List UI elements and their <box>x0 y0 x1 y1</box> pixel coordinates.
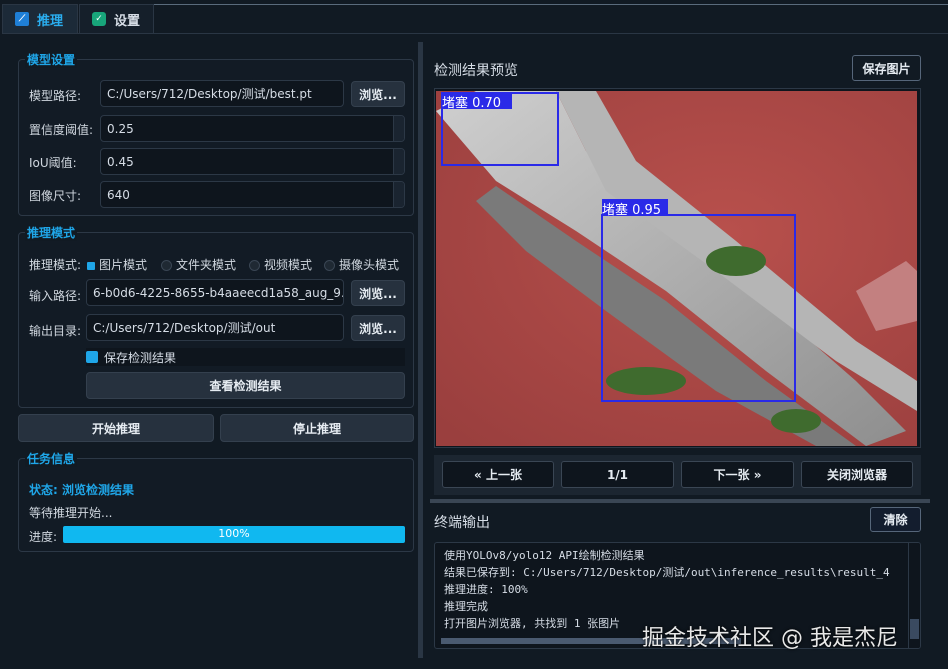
radio-label: 图片模式 <box>99 258 147 272</box>
tab-settings[interactable]: ✓ 设置 <box>79 4 154 33</box>
radio-video-mode[interactable]: 视频模式 <box>249 256 312 273</box>
browse-model-button[interactable]: 浏览... <box>351 81 405 107</box>
tab-inference[interactable]: ⟋ 推理 <box>2 4 78 33</box>
detection-label: 堵塞 0.95 <box>602 199 661 218</box>
spin-arrows[interactable] <box>393 116 404 141</box>
radio-folder-mode[interactable]: 文件夹模式 <box>161 256 236 273</box>
watermark: 掘金技术社区 @ 我是杰尼 <box>642 620 898 652</box>
output-dir-label: 输出目录: <box>29 322 81 339</box>
progress-text: 100% <box>63 527 405 540</box>
model-settings-group: 模型设置 模型路径: C:/Users/712/Desktop/测试/best.… <box>18 59 414 216</box>
terminal-line: 推理进度: 100% <box>444 581 920 598</box>
view-results-button[interactable]: 查看检测结果 <box>86 372 405 399</box>
checkbox-indicator <box>86 351 98 363</box>
clear-button[interactable]: 清除 <box>870 507 921 532</box>
output-dir-input[interactable]: C:/Users/712/Desktop/测试/out <box>86 314 344 341</box>
iou-label: IoU阈值: <box>29 154 77 171</box>
prev-image-button[interactable]: « 上一张 <box>442 461 554 488</box>
status-message: 等待推理开始... <box>29 504 112 521</box>
panel-splitter[interactable] <box>418 42 423 658</box>
spin-arrows[interactable] <box>393 182 404 207</box>
iou-spinbox[interactable]: 0.45 <box>100 148 405 175</box>
progress-label: 进度: <box>29 528 57 545</box>
radio-indicator <box>161 260 172 271</box>
save-results-checkbox[interactable]: 保存检测结果 <box>86 348 405 366</box>
page-indicator: 1/1 <box>561 461 674 488</box>
detection-image <box>436 91 917 446</box>
checkbox-label: 保存检测结果 <box>104 349 176 366</box>
vertical-splitter[interactable] <box>430 499 930 503</box>
radio-camera-mode[interactable]: 摄像头模式 <box>324 256 399 273</box>
model-path-label: 模型路径: <box>29 87 81 104</box>
vertical-scrollbar[interactable] <box>908 543 920 648</box>
progress-bar: 100% <box>63 526 405 543</box>
terminal-line: 结果已保存到: C:/Users/712/Desktop/测试/out\infe… <box>444 564 920 581</box>
start-inference-button[interactable]: 开始推理 <box>18 414 214 442</box>
model-path-input[interactable]: C:/Users/712/Desktop/测试/best.pt <box>100 80 344 107</box>
input-path-input[interactable]: 6-b0d6-4225-8655-b4aaeecd1a58_aug_9.jpg <box>86 279 344 306</box>
scrollbar-thumb[interactable] <box>910 619 919 639</box>
radio-label: 摄像头模式 <box>339 258 399 272</box>
browse-input-button[interactable]: 浏览... <box>351 280 405 306</box>
radio-label: 文件夹模式 <box>176 258 236 272</box>
tab-bar-line <box>154 4 948 5</box>
spin-arrows[interactable] <box>393 149 404 174</box>
iou-value: 0.45 <box>107 155 134 169</box>
check-icon: ✓ <box>92 12 106 26</box>
conf-value: 0.25 <box>107 122 134 136</box>
tab-label: 设置 <box>114 10 140 29</box>
stop-inference-button[interactable]: 停止推理 <box>220 414 414 442</box>
terminal-line: 使用YOLOv8/yolo12 API绘制检测结果 <box>444 547 920 564</box>
size-value: 640 <box>107 188 130 202</box>
task-info-group: 任务信息 状态: 浏览检测结果 等待推理开始... 进度: 100% <box>18 458 414 552</box>
image-frame: 堵塞 0.70 堵塞 0.95 <box>434 88 921 448</box>
input-path-label: 输入路径: <box>29 287 81 304</box>
group-title: 推理模式 <box>25 224 77 241</box>
radio-indicator <box>249 260 260 271</box>
radio-label: 视频模式 <box>264 258 312 272</box>
inference-mode-group: 推理模式 推理模式: 图片模式 文件夹模式 视频模式 摄像头模式 输入路径: 6… <box>18 232 414 408</box>
group-title: 任务信息 <box>25 450 77 467</box>
radio-indicator <box>324 260 335 271</box>
close-browser-button[interactable]: 关闭浏览器 <box>801 461 913 488</box>
conf-spinbox[interactable]: 0.25 <box>100 115 405 142</box>
terminal-line: 推理完成 <box>444 598 920 615</box>
next-image-button[interactable]: 下一张 » <box>681 461 794 488</box>
radio-indicator <box>87 262 95 270</box>
mode-label: 推理模式: <box>29 256 81 273</box>
radio-image-mode[interactable]: 图片模式 <box>87 256 147 273</box>
browse-output-button[interactable]: 浏览... <box>351 315 405 341</box>
save-image-button[interactable]: 保存图片 <box>852 55 921 81</box>
detection-label: 堵塞 0.70 <box>442 92 501 111</box>
size-spinbox[interactable]: 640 <box>100 181 405 208</box>
tab-label: 推理 <box>37 10 63 29</box>
terminal-title: 终端输出 <box>434 512 490 532</box>
chart-icon: ⟋ <box>15 12 29 26</box>
preview-title: 检测结果预览 <box>434 60 518 80</box>
group-title: 模型设置 <box>25 51 77 68</box>
status-text: 状态: 浏览检测结果 <box>29 481 134 498</box>
size-label: 图像尺寸: <box>29 187 81 204</box>
conf-label: 置信度阈值: <box>29 121 93 138</box>
